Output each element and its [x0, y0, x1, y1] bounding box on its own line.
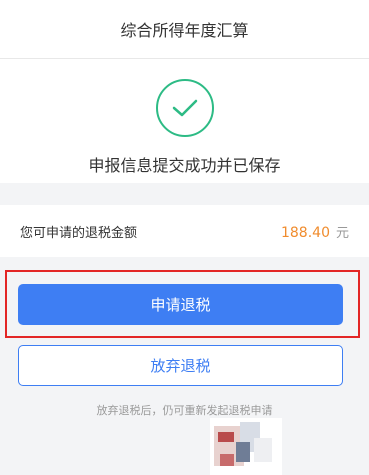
apply-refund-button[interactable]: 申请退税	[18, 284, 343, 325]
check-circle-icon	[155, 79, 214, 137]
success-section: 申报信息提交成功并已保存	[0, 59, 369, 183]
checkmark-icon	[172, 99, 197, 117]
decorative-image	[210, 418, 282, 475]
refund-label: 您可申请的退税金额	[20, 225, 138, 241]
refund-amount-group: 188.40 元	[281, 222, 349, 241]
info-note: 放弃退税后，仍可重新发起退税申请	[96, 404, 273, 417]
giveup-refund-button[interactable]: 放弃退税	[18, 345, 343, 386]
success-message: 申报信息提交成功并已保存	[88, 156, 281, 175]
refund-unit: 元	[335, 225, 349, 241]
page-header: 综合所得年度汇算	[0, 0, 369, 59]
refund-amount-row: 您可申请的退税金额 188.40 元	[0, 205, 369, 257]
refund-amount: 188.40	[280, 224, 330, 241]
page-title: 综合所得年度汇算	[120, 21, 249, 40]
